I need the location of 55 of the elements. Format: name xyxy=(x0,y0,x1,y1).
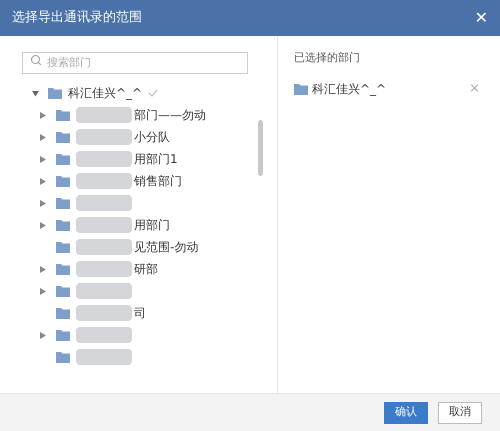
blurred-text xyxy=(76,261,132,277)
blurred-text xyxy=(76,283,132,299)
expand-icon[interactable] xyxy=(40,112,46,118)
expand-icon[interactable] xyxy=(40,332,46,338)
folder-icon xyxy=(56,175,70,187)
window-title: 选择导出通讯录的范围 xyxy=(12,9,142,28)
tree-item[interactable]: 见范围-勿动 xyxy=(22,236,277,258)
blurred-text xyxy=(76,129,132,145)
folder-icon xyxy=(56,241,70,253)
confirm-button[interactable]: 确认 xyxy=(384,402,428,424)
scrollbar-thumb[interactable] xyxy=(258,120,263,176)
blurred-text xyxy=(76,107,132,123)
tree-item[interactable]: 用部门1 xyxy=(22,148,277,170)
collapse-icon[interactable] xyxy=(32,90,39,96)
folder-icon xyxy=(56,285,70,297)
folder-icon xyxy=(56,109,70,121)
check-icon xyxy=(148,89,158,97)
blurred-text xyxy=(76,305,132,321)
folder-icon xyxy=(56,329,70,341)
tree-item[interactable]: 司 xyxy=(22,302,277,324)
blurred-text xyxy=(76,239,132,255)
expand-icon[interactable] xyxy=(40,134,46,140)
expand-icon[interactable] xyxy=(40,200,46,206)
expand-icon[interactable] xyxy=(40,266,46,272)
tree-item[interactable]: 部门——勿动 xyxy=(22,104,277,126)
expand-icon[interactable] xyxy=(40,178,46,184)
folder-icon xyxy=(48,87,62,99)
tree-item[interactable]: 销售部门 xyxy=(22,170,277,192)
blurred-text xyxy=(76,151,132,167)
folder-icon xyxy=(56,219,70,231)
tree-item[interactable]: 小分队 xyxy=(22,126,277,148)
folder-icon xyxy=(56,153,70,165)
folder-icon xyxy=(56,263,70,275)
folder-icon xyxy=(56,197,70,209)
blurred-text xyxy=(76,349,132,365)
folder-icon xyxy=(294,82,308,94)
selected-item: 科汇佳兴^_^ × xyxy=(294,78,480,98)
folder-icon xyxy=(56,351,70,363)
blurred-text xyxy=(76,195,132,211)
tree-item[interactable]: 研部 xyxy=(22,258,277,280)
folder-icon xyxy=(56,307,70,319)
expand-icon[interactable] xyxy=(40,156,46,162)
close-button[interactable]: ✕ xyxy=(474,10,488,26)
blurred-text xyxy=(76,173,132,189)
expand-icon[interactable] xyxy=(40,222,46,228)
search-field[interactable]: 搜索部门 xyxy=(22,52,248,74)
blurred-text xyxy=(76,217,132,233)
tree-item[interactable]: 科汇佳兴^_^ xyxy=(22,82,277,104)
panel-title: 已选择的部门 xyxy=(294,50,361,66)
blurred-text xyxy=(76,327,132,343)
search-icon xyxy=(30,54,42,66)
folder-icon xyxy=(56,131,70,143)
expand-icon[interactable] xyxy=(40,288,46,294)
cancel-button[interactable]: 取消 xyxy=(438,402,482,424)
tree-item[interactable]: 用部门 xyxy=(22,214,277,236)
